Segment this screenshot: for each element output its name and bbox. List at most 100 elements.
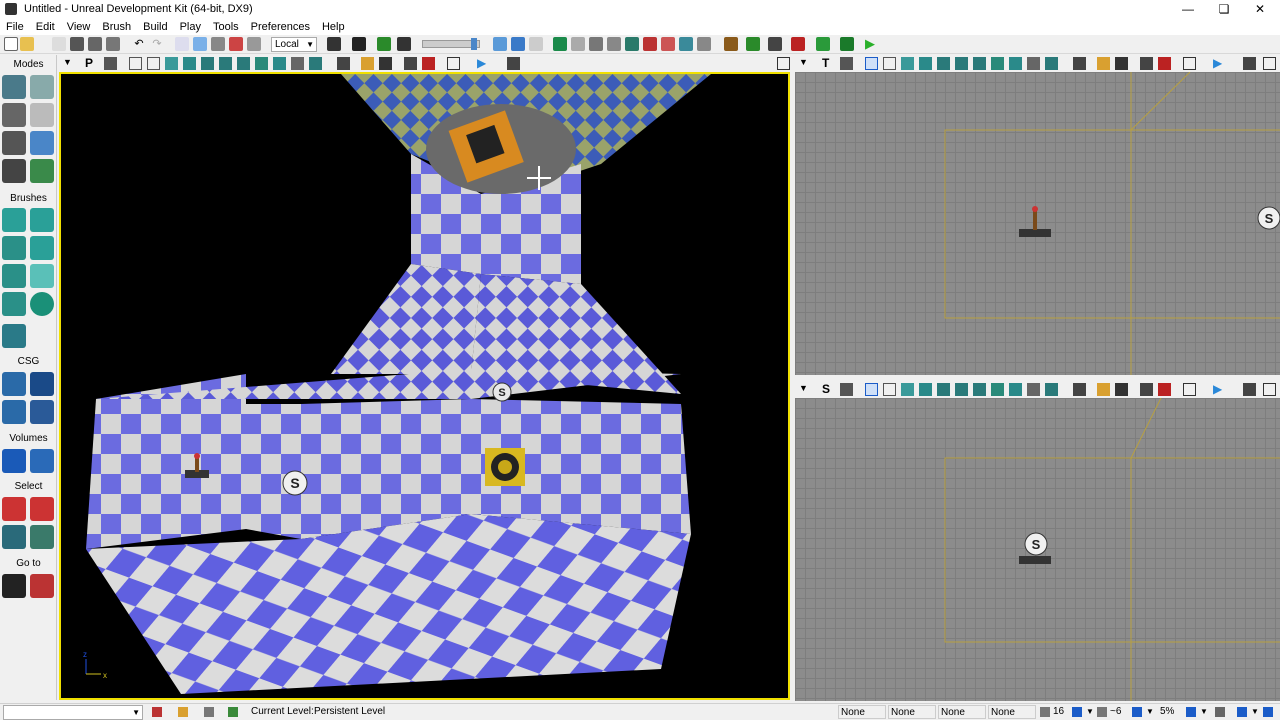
level-icon[interactable] [204, 707, 214, 717]
lit-icon[interactable] [919, 383, 932, 396]
play-in-editor-icon[interactable] [840, 37, 854, 51]
csg-subtract-icon[interactable] [30, 372, 54, 396]
menu-build[interactable]: Build [137, 21, 173, 33]
play-in-viewport-icon[interactable]: ▶ [1213, 57, 1226, 70]
current-level-icon[interactable] [228, 707, 238, 717]
generic-browser-icon[interactable] [697, 37, 711, 51]
viewport-options-icon[interactable]: ▼ [63, 57, 76, 70]
volume-class-icon[interactable] [30, 449, 54, 473]
landscape-mode-icon[interactable] [30, 131, 54, 155]
unlit-icon[interactable] [901, 383, 914, 396]
curved-stair-brush-icon[interactable] [2, 236, 26, 260]
terminal-icon[interactable] [397, 37, 411, 51]
linear-stair-brush-icon[interactable] [2, 264, 26, 288]
unlit-icon[interactable] [165, 57, 178, 70]
favorite-icon[interactable] [52, 37, 66, 51]
game-view-icon[interactable] [337, 57, 350, 70]
csg-add-icon[interactable] [2, 372, 26, 396]
game-view-icon[interactable] [1073, 57, 1086, 70]
shader-complexity-icon[interactable] [1009, 383, 1022, 396]
command-input[interactable]: ▼ [3, 705, 143, 720]
build-geometry-icon[interactable] [553, 37, 567, 51]
light-complexity-icon[interactable] [237, 57, 250, 70]
save-all-icon[interactable] [88, 37, 102, 51]
menu-play[interactable]: Play [174, 21, 207, 33]
menu-brush[interactable]: Brush [96, 21, 137, 33]
light-complexity-icon[interactable] [973, 57, 986, 70]
eye-icon[interactable] [379, 57, 392, 70]
brush-wireframe-icon[interactable] [865, 383, 878, 396]
side-mode-label[interactable]: S [822, 383, 835, 396]
detail-lighting-icon[interactable] [201, 57, 214, 70]
chevron-down-icon[interactable]: ▼ [1198, 705, 1208, 719]
content-icon[interactable] [679, 37, 693, 51]
star-icon[interactable] [529, 37, 543, 51]
viewport-options-icon[interactable]: ▼ [799, 383, 812, 396]
grid-snap-checkbox[interactable] [1072, 707, 1082, 717]
chevron-down-icon[interactable]: ▼ [1249, 705, 1259, 719]
cube-brush-icon[interactable] [2, 208, 26, 232]
terrain-mode-icon[interactable] [2, 103, 26, 127]
unreal-frontend-icon[interactable] [816, 37, 830, 51]
play-in-viewport-icon[interactable]: ▶ [1213, 383, 1226, 396]
realtime-audio-checkbox[interactable] [1263, 707, 1273, 717]
unlit-icon[interactable] [901, 57, 914, 70]
camera-mode-icon[interactable] [2, 75, 26, 99]
new-icon[interactable] [4, 37, 18, 51]
undo-icon[interactable]: ↶ [132, 37, 146, 51]
cone-brush-icon[interactable] [30, 208, 54, 232]
texture-align-icon[interactable] [30, 103, 54, 127]
actor-lock-icon[interactable] [404, 57, 417, 70]
realtime-icon[interactable] [1158, 383, 1171, 396]
texture-density-icon[interactable] [255, 57, 268, 70]
scale-tool-icon[interactable] [229, 37, 243, 51]
shader-complexity-icon[interactable] [273, 57, 286, 70]
save-level-icon[interactable] [106, 37, 120, 51]
eye-icon[interactable] [1115, 383, 1128, 396]
perspective-mode-label[interactable]: P [85, 57, 98, 70]
maximize-viewport-icon[interactable] [447, 57, 460, 70]
coordinate-system-dropdown[interactable]: Local ▼ [271, 37, 317, 52]
build-cover-icon[interactable] [607, 37, 621, 51]
shader-complexity-icon[interactable] [1009, 57, 1022, 70]
brush-wireframe-icon[interactable] [865, 57, 878, 70]
slider-thumb[interactable] [471, 38, 477, 50]
level-browser-icon[interactable] [791, 37, 805, 51]
rotate-tool-icon[interactable] [211, 37, 225, 51]
scene-manager-icon[interactable] [768, 37, 782, 51]
menu-preferences[interactable]: Preferences [245, 21, 316, 33]
scale-nonuniform-icon[interactable] [247, 37, 261, 51]
wireframe-icon[interactable] [883, 57, 896, 70]
lighting-icon[interactable] [178, 707, 188, 717]
maximize-button[interactable]: ❏ [1206, 0, 1242, 18]
realtime-icon[interactable] [422, 57, 435, 70]
save-icon[interactable] [70, 37, 84, 51]
kismet-icon[interactable] [377, 37, 391, 51]
show-all-icon[interactable] [30, 525, 54, 549]
csg-deintersect-icon[interactable] [30, 400, 54, 424]
lightmap-density-icon[interactable] [1027, 57, 1040, 70]
select-tool-icon[interactable] [175, 37, 189, 51]
maximize-viewport-icon[interactable] [1183, 57, 1196, 70]
add-volume-icon[interactable] [2, 449, 26, 473]
game-view-icon[interactable] [1073, 383, 1086, 396]
matinee-icon[interactable] [352, 37, 366, 51]
side-viewport[interactable]: S [795, 398, 1280, 701]
lighting-only-icon[interactable] [955, 57, 968, 70]
mesh-paint-icon[interactable] [2, 131, 26, 155]
eye-icon[interactable] [1115, 57, 1128, 70]
actor-classes-icon[interactable] [746, 37, 760, 51]
content-browser-icon[interactable] [724, 37, 738, 51]
viewport-options-icon[interactable]: ▼ [799, 57, 812, 70]
maximize-viewport-icon[interactable] [1183, 383, 1196, 396]
volumetric-brush-icon[interactable] [2, 324, 26, 348]
rotation-snap-value[interactable]: ~6 [1108, 705, 1121, 719]
sheet-brush-icon[interactable] [30, 264, 54, 288]
top-mode-label[interactable]: T [822, 57, 835, 70]
play-icon[interactable]: ▶ [865, 37, 879, 51]
foliage-mode-icon[interactable] [30, 159, 54, 183]
menu-help[interactable]: Help [316, 21, 351, 33]
grid-size-value[interactable]: 16 [1051, 705, 1064, 719]
realtime-icon[interactable] [1158, 57, 1171, 70]
detail-lighting-icon[interactable] [937, 383, 950, 396]
